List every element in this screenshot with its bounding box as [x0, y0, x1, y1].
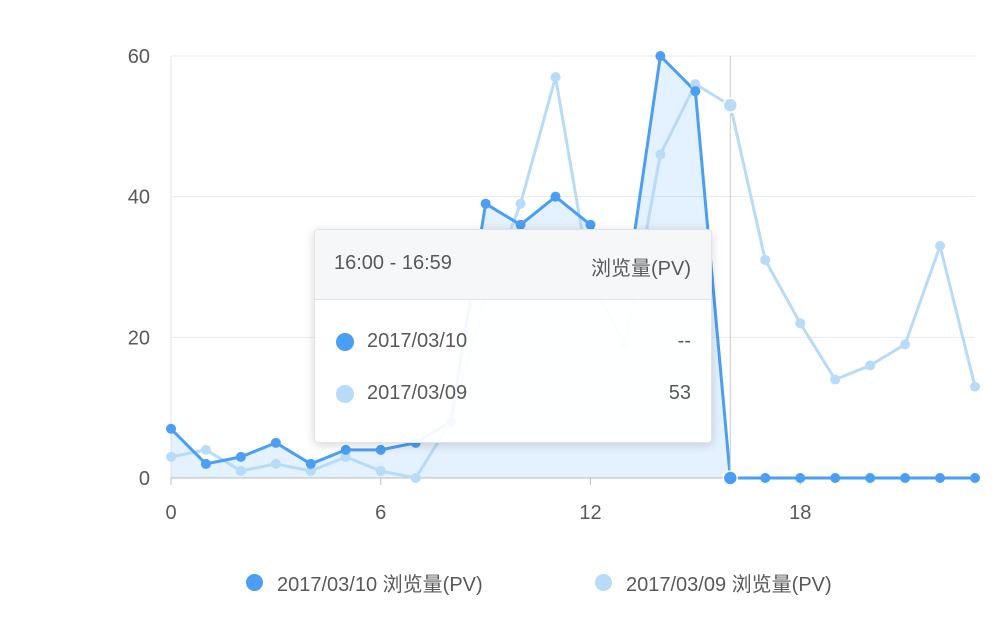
series-1-point — [480, 198, 491, 209]
series-1-point — [340, 444, 351, 455]
series-2-point — [166, 451, 176, 462]
tooltip-row-name: 2017/03/10 — [367, 330, 468, 352]
series-1-point — [550, 191, 561, 202]
series-2-point — [375, 465, 386, 476]
series-1-point — [375, 444, 386, 455]
series-2-point — [970, 381, 980, 392]
series-2-point — [515, 198, 526, 209]
tooltip-row-series-2: 2017/03/09 53 — [315, 379, 711, 409]
tooltip-row-value: -- — [677, 330, 691, 352]
chart-legend: 2017/03/10 浏览量(PV) 2017/03/09 浏览量(PV) — [0, 566, 998, 598]
tooltip-title: 16:00 - 16:59 — [334, 252, 452, 274]
series-1-point — [865, 473, 876, 483]
y-tick-label: 20 — [128, 327, 150, 349]
series-1-point — [270, 437, 281, 448]
series-1-point — [795, 473, 806, 483]
x-tick-label: 6 — [375, 502, 386, 524]
x-tick-label: 18 — [789, 502, 811, 524]
series-2-point — [550, 72, 561, 83]
series-2-point — [235, 465, 246, 476]
series-2-point — [655, 149, 666, 160]
tooltip-metric: 浏览量(PV) — [591, 258, 691, 280]
y-tick-label: 0 — [139, 468, 150, 490]
y-tick-label: 60 — [128, 46, 150, 68]
legend-item-series-1[interactable]: 2017/03/10 浏览量(PV) — [246, 566, 483, 598]
series-1-point — [200, 458, 211, 469]
series-1-point — [690, 86, 701, 97]
legend-item-series-2[interactable]: 2017/03/09 浏览量(PV) — [595, 566, 832, 598]
series-1-point — [305, 458, 316, 469]
legend-dot-icon — [246, 573, 263, 591]
series-1-point — [235, 451, 246, 462]
series-2-point — [865, 360, 876, 371]
legend-label: 2017/03/10 浏览量(PV) — [277, 573, 483, 596]
legend-dot-icon — [595, 573, 612, 591]
series-1-point — [900, 473, 911, 483]
series-2-dot-icon — [336, 385, 354, 403]
y-tick-label: 40 — [128, 187, 150, 209]
series-2-point — [830, 374, 841, 385]
series-1-point — [655, 51, 666, 61]
series-2-point — [200, 444, 211, 455]
series-2-point — [935, 240, 946, 251]
series-1-dot-icon — [336, 333, 354, 351]
tooltip-row-name: 2017/03/09 — [367, 382, 468, 404]
tooltip-row-series-1: 2017/03/10 -- — [315, 327, 711, 357]
series-2-point — [795, 318, 806, 329]
series-2-point — [270, 458, 281, 469]
x-tick-label: 0 — [165, 502, 176, 524]
series-2-point — [760, 254, 771, 265]
chart-tooltip: 16:00 - 16:59 浏览量(PV) 2017/03/10 -- 2017… — [314, 229, 712, 443]
series-1-point — [830, 473, 841, 483]
legend-label: 2017/03/09 浏览量(PV) — [626, 573, 832, 596]
series-2-point — [722, 97, 739, 113]
series-1-point — [722, 470, 739, 486]
tooltip-row-value: 53 — [668, 382, 691, 404]
series-1-point — [166, 423, 176, 434]
series-1-point — [760, 473, 771, 483]
tooltip-header: 16:00 - 16:59 浏览量(PV) — [315, 230, 711, 300]
x-tick-label: 12 — [579, 502, 601, 524]
series-2-point — [410, 473, 421, 483]
series-2-point — [900, 339, 911, 350]
series-1-point — [970, 473, 980, 483]
series-1-point — [935, 473, 946, 483]
